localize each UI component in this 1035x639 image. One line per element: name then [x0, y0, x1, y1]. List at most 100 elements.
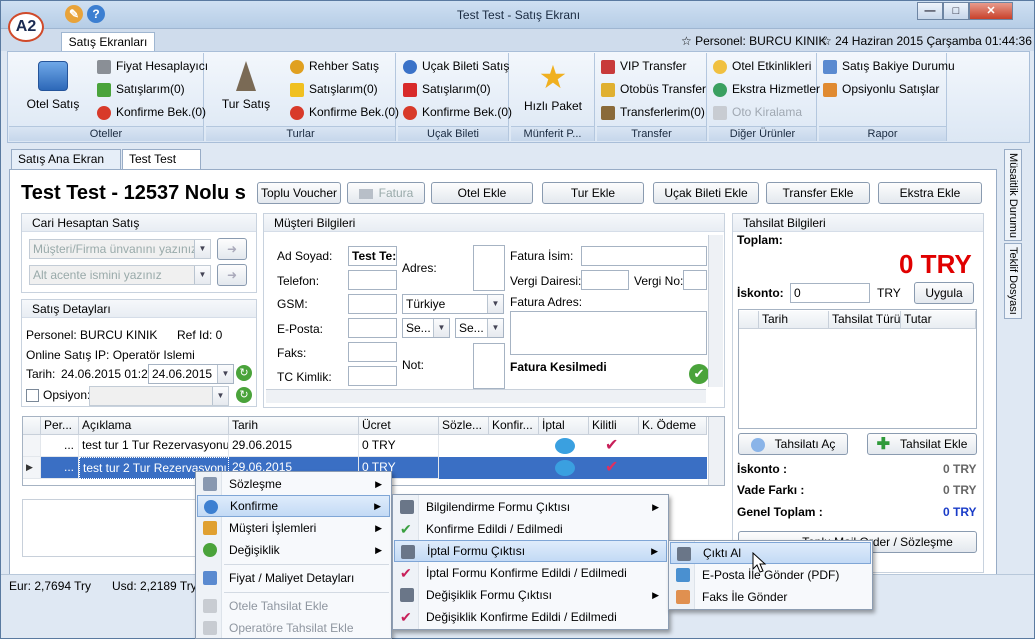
arrow-right-button[interactable]: ➜ [217, 238, 247, 260]
tahsilat-ekle-button[interactable]: ✚ Tahsilat Ekle [867, 433, 977, 455]
speech-bubble-icon[interactable] [555, 438, 575, 454]
grid-col-konfirme[interactable]: Konfir... [489, 417, 539, 435]
fatura-isim-input[interactable] [581, 246, 707, 266]
chevron-down-icon[interactable]: ▼ [487, 295, 503, 313]
chevron-down-icon[interactable]: ▼ [212, 387, 228, 405]
acente-input[interactable]: Alt acente ismini yazınız ▼ [29, 265, 211, 285]
ekstra-hizmetler-button[interactable]: Ekstra Hizmetler [713, 80, 820, 98]
vergi-no-input[interactable] [683, 270, 707, 290]
tahsilat-col-tarih[interactable]: Tarih [759, 311, 829, 329]
transfer-ekle-button[interactable]: Transfer Ekle [766, 182, 870, 204]
fatura-adres-textarea[interactable] [510, 311, 707, 355]
tab-satis-ana-ekran[interactable]: Satış Ana Ekran× [11, 149, 121, 186]
opsiyonlu-satislar-button[interactable]: Opsiyonlu Satışlar [823, 80, 939, 98]
speech-bubble-icon[interactable] [555, 460, 575, 476]
grid-col-sozlesme[interactable]: Sözle... [439, 417, 489, 435]
grid-col-ucret[interactable]: Ücret [359, 417, 439, 435]
menu-item-cikti-al[interactable]: Çıktı Al [670, 542, 871, 564]
refresh-icon[interactable]: ↻ [236, 365, 252, 381]
arrow-right-button[interactable]: ➜ [217, 264, 247, 286]
chevron-down-icon[interactable]: ▼ [194, 266, 210, 284]
otobus-transfer-button[interactable]: Otobüs Transfer [601, 80, 706, 98]
tahsilat-ac-button[interactable]: Tahsilatı Aç [738, 433, 848, 455]
ilce-select[interactable]: Se... ▼ [455, 318, 504, 338]
ucak-bileti-ekle-button[interactable]: Uçak Bileti Ekle [653, 182, 759, 204]
menu-item-bilgilendirme-formu[interactable]: Bilgilendirme Formu Çıktısı ▶ [394, 496, 667, 518]
otel-konfirme-bek-button[interactable]: Konfirme Bek.(0) [97, 103, 206, 121]
table-row[interactable]: ... test tur 1 Tur Rezervasyonu 29.06.20… [23, 435, 707, 457]
menu-item-degisiklik-konfirme[interactable]: ✔ Değişiklik Konfirme Edildi / Edilmedi [394, 606, 667, 628]
menu-item-musteri-islemleri[interactable]: Müşteri İşlemleri ▶ [197, 517, 390, 539]
musteri-vscrollbar[interactable] [708, 235, 723, 387]
ucak-bileti-satis-button[interactable]: Uçak Bileti Satış [403, 57, 509, 75]
tur-satislarim-button[interactable]: Satışlarım(0) [290, 80, 378, 98]
otel-satislarim-button[interactable]: Satışlarım(0) [97, 80, 185, 98]
ekstra-ekle-button[interactable]: Ekstra Ekle [878, 182, 982, 204]
otel-etkinlikleri-button[interactable]: Otel Etkinlikleri [713, 57, 811, 75]
menu-item-degisiklik-formu[interactable]: Değişiklik Formu Çıktısı ▶ [394, 584, 667, 606]
maximize-button[interactable]: □ [943, 2, 969, 20]
grid-vscrollbar[interactable] [708, 417, 724, 485]
chevron-down-icon[interactable]: ▼ [194, 240, 210, 258]
ucak-konfirme-bek-button[interactable]: Konfirme Bek.(0) [403, 103, 512, 121]
chevron-down-icon[interactable]: ▼ [487, 319, 503, 337]
otel-ekle-button[interactable]: Otel Ekle [431, 182, 533, 204]
app-logo[interactable]: A2 [8, 12, 44, 42]
ucak-satislarim-button[interactable]: Satışlarım(0) [403, 80, 491, 98]
checkmark-icon[interactable]: ✔ [605, 457, 618, 477]
gsm-input[interactable] [348, 294, 397, 314]
menu-item-iptal-formu[interactable]: İptal Formu Çıktısı ▶ [394, 540, 667, 562]
menu-item-degisiklik[interactable]: Değişiklik ▶ [197, 539, 390, 561]
grid-col-iptal[interactable]: İptal [539, 417, 589, 435]
adsoyad-input[interactable]: Test Te: [348, 246, 397, 266]
minimize-button[interactable]: — [917, 2, 943, 20]
grid-col-per[interactable]: Per... [41, 417, 79, 435]
il-select[interactable]: Se... ▼ [402, 318, 450, 338]
fiyat-hesaplayici-button[interactable]: Fiyat Hesaplayıcı [97, 57, 208, 75]
faks-input[interactable] [348, 342, 397, 362]
menu-item-operatore-tahsilat[interactable]: Operatöre Tahsilat Ekle [197, 617, 390, 639]
chevron-down-icon[interactable]: ▼ [433, 319, 449, 337]
menu-item-sozlesme[interactable]: Sözleşme ▶ [197, 473, 390, 495]
uygula-button[interactable]: Uygula [914, 282, 974, 304]
rehber-satis-button[interactable]: Rehber Satış [290, 57, 379, 75]
tckimlik-input[interactable] [348, 366, 397, 386]
checkmark-icon[interactable]: ✔ [605, 435, 618, 455]
menu-item-iptal-konfirme[interactable]: ✔ İptal Formu Konfirme Edildi / Edilmedi [394, 562, 667, 584]
notes-area[interactable] [22, 499, 198, 557]
opsiyon-checkbox[interactable] [26, 389, 39, 402]
tur-konfirme-bek-button[interactable]: Konfirme Bek.(0) [290, 103, 399, 121]
tur-ekle-button[interactable]: Tur Ekle [542, 182, 644, 204]
transferlerim-button[interactable]: Transferlerim(0) [601, 103, 705, 121]
otel-satis-button[interactable]: Otel Satış [13, 59, 93, 111]
not-textarea[interactable] [473, 343, 505, 389]
eposta-input[interactable] [348, 318, 397, 338]
chevron-down-icon[interactable]: ▼ [217, 365, 233, 383]
grid-col-tarih[interactable]: Tarih [229, 417, 359, 435]
musteri-hscrollbar[interactable] [266, 389, 706, 403]
grid-col-kodeme[interactable]: K. Ödeme [639, 417, 707, 435]
telefon-input[interactable] [348, 270, 397, 290]
tur-satis-button[interactable]: Tur Satış [210, 59, 282, 111]
vip-transfer-button[interactable]: VIP Transfer [601, 57, 686, 75]
close-button[interactable]: ✕ [969, 2, 1013, 20]
side-tab-teklif[interactable]: Teklif Dosyası [1004, 243, 1022, 319]
hizli-paket-button[interactable]: ★ Hızlı Paket [513, 59, 593, 113]
oto-kiralama-button[interactable]: Oto Kiralama [713, 103, 802, 121]
side-tab-musaitlik[interactable]: Müsaitlik Durumu [1004, 149, 1022, 241]
tab-satis-ekranlari[interactable]: Satış Ekranları [61, 32, 155, 52]
adres-textarea[interactable] [473, 245, 505, 291]
ulke-select[interactable]: Türkiye ▼ [402, 294, 504, 314]
vergi-dairesi-input[interactable] [581, 270, 629, 290]
opsiyon-input[interactable]: ▼ [89, 386, 229, 406]
menu-item-konfirme-edildi[interactable]: ✔ Konfirme Edildi / Edilmedi [394, 518, 667, 540]
firma-input[interactable]: Müşteri/Firma ünvanını yazınız ▼ [29, 239, 211, 259]
iskonto-input[interactable]: 0 [790, 283, 870, 303]
menu-item-faks-gonder[interactable]: Faks İle Gönder [670, 586, 871, 608]
toplu-voucher-button[interactable]: Toplu Voucher [257, 182, 341, 204]
tarih-datepicker[interactable]: 24.06.2015 ▼ [148, 364, 234, 384]
menu-item-fiyat-maliyet[interactable]: Fiyat / Maliyet Detayları [197, 567, 390, 589]
menu-item-otele-tahsilat[interactable]: Otele Tahsilat Ekle [197, 595, 390, 617]
grid-col-aciklama[interactable]: Açıklama [79, 417, 229, 435]
grid-col-kilitli[interactable]: Kilitli [589, 417, 639, 435]
